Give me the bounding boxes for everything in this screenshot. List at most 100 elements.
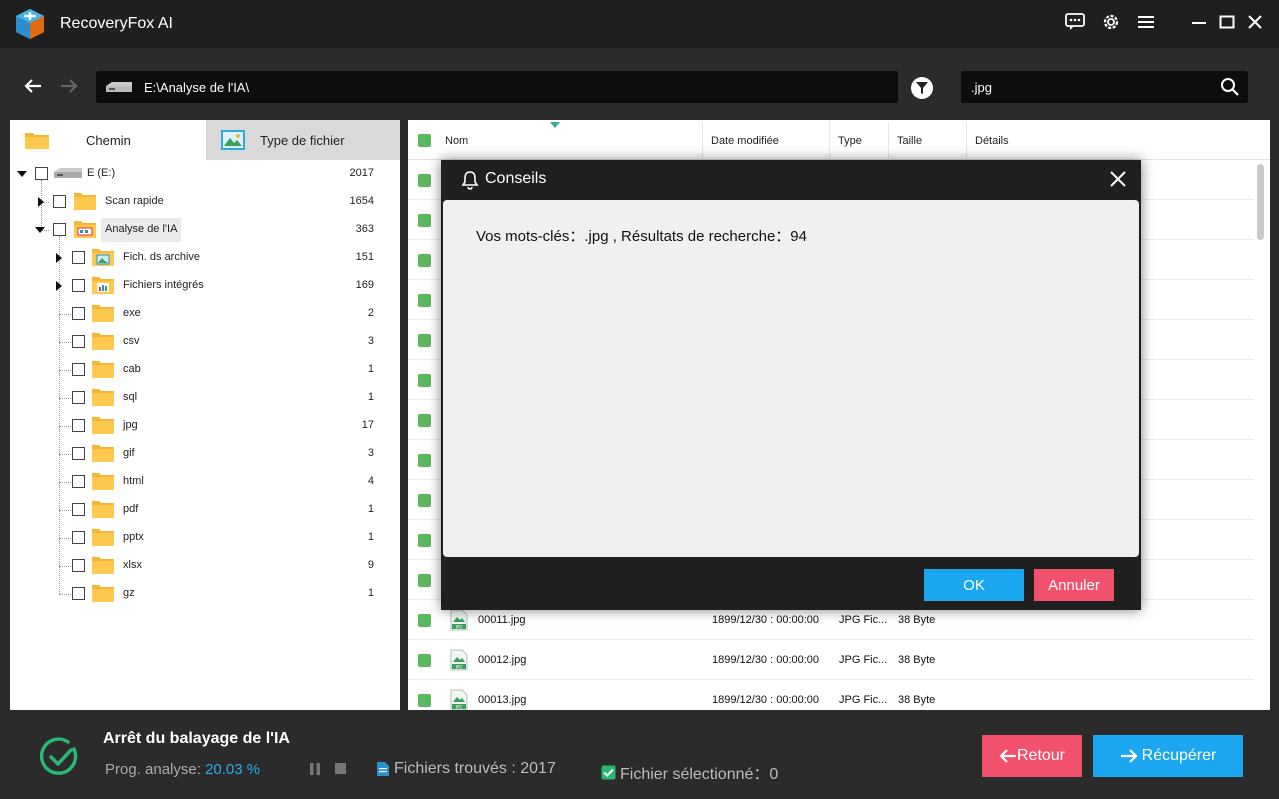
- tree-item-analyse-ia[interactable]: Analyse de l'IA 363: [10, 216, 400, 244]
- checkbox[interactable]: [35, 167, 48, 180]
- checkbox[interactable]: [72, 559, 85, 572]
- tree-connector: [59, 538, 71, 539]
- jpg-file-icon: JPG: [450, 649, 468, 671]
- files-found-label: Fichiers trouvés : 2017: [394, 760, 556, 777]
- tree-item-html[interactable]: html 4: [10, 468, 400, 496]
- cancel-button[interactable]: Annuler: [1034, 569, 1114, 601]
- checkbox[interactable]: [72, 475, 85, 488]
- stop-icon[interactable]: [335, 763, 346, 774]
- tree-item-jpg[interactable]: jpg 17: [10, 412, 400, 440]
- forward-arrow-icon[interactable]: [55, 74, 83, 98]
- checkbox[interactable]: [72, 279, 85, 292]
- row-checkbox[interactable]: [418, 334, 431, 347]
- row-checkbox[interactable]: [418, 654, 431, 667]
- checkbox[interactable]: [72, 307, 85, 320]
- folder-icon: [92, 305, 114, 322]
- checkbox[interactable]: [72, 335, 85, 348]
- row-checkbox[interactable]: [418, 494, 431, 507]
- tree-item-gz[interactable]: gz 1: [10, 580, 400, 608]
- chat-icon[interactable]: [1063, 10, 1087, 34]
- tree-item-label: jpg: [123, 419, 138, 431]
- path-bar[interactable]: E:\Analyse de l'IA\: [96, 71, 898, 103]
- checkbox[interactable]: [72, 531, 85, 544]
- expand-arrow-icon[interactable]: [17, 171, 27, 177]
- checkbox[interactable]: [72, 587, 85, 600]
- row-checkbox[interactable]: [418, 374, 431, 387]
- row-checkbox[interactable]: [418, 254, 431, 267]
- scrollbar-thumb[interactable]: [1257, 164, 1264, 240]
- checkbox[interactable]: [72, 503, 85, 516]
- back-arrow-icon[interactable]: [19, 74, 47, 98]
- tree-connector: [59, 342, 71, 343]
- table-row[interactable]: JPG 00012.jpg 1899/12/30 : 00:00:00 JPG …: [408, 640, 1254, 680]
- search-box: [961, 71, 1248, 103]
- tree-item-pptx[interactable]: pptx 1: [10, 524, 400, 552]
- image-file-icon: [221, 130, 245, 150]
- search-input[interactable]: [971, 78, 1211, 96]
- maximize-icon[interactable]: [1215, 10, 1239, 34]
- tab-path[interactable]: Chemin: [10, 120, 206, 160]
- tree-item-sql[interactable]: sql 1: [10, 384, 400, 412]
- tab-file-type[interactable]: Type de fichier: [206, 120, 400, 160]
- checkbox[interactable]: [53, 223, 66, 236]
- tree-item-pdf[interactable]: pdf 1: [10, 496, 400, 524]
- pause-icon[interactable]: [309, 763, 321, 775]
- checkbox[interactable]: [72, 419, 85, 432]
- checkbox[interactable]: [53, 195, 66, 208]
- folder-icon: [92, 417, 114, 434]
- row-checkbox[interactable]: [418, 174, 431, 187]
- menu-icon[interactable]: [1134, 10, 1158, 34]
- recover-button[interactable]: Récupérer: [1093, 735, 1243, 777]
- column-size[interactable]: Taille: [897, 135, 922, 147]
- select-all-checkbox[interactable]: [418, 134, 431, 147]
- tree-item-count: 3: [367, 335, 374, 347]
- tree-item-archive[interactable]: Fich. ds archive 151: [10, 244, 400, 272]
- tree-item-label: Analyse de l'IA: [105, 223, 178, 235]
- tree-item-scan-rapide[interactable]: Scan rapide 1654: [10, 188, 400, 216]
- row-checkbox[interactable]: [418, 534, 431, 547]
- tree-item-drive-e[interactable]: E (E:) 2017: [10, 160, 400, 188]
- checkbox[interactable]: [72, 251, 85, 264]
- checkbox[interactable]: [72, 391, 85, 404]
- tree-item-exe[interactable]: exe 2: [10, 300, 400, 328]
- column-divider: [702, 122, 703, 158]
- row-checkbox[interactable]: [418, 214, 431, 227]
- ok-button[interactable]: OK: [924, 569, 1024, 601]
- folder-icon: [74, 193, 96, 210]
- tree-item-count: 1: [367, 391, 374, 403]
- row-checkbox[interactable]: [418, 294, 431, 307]
- filter-icon[interactable]: [911, 77, 933, 99]
- expand-arrow-icon[interactable]: [35, 227, 45, 233]
- column-date[interactable]: Date modifiée: [711, 135, 779, 147]
- expand-arrow-icon[interactable]: [56, 253, 62, 263]
- expand-arrow-icon[interactable]: [38, 197, 44, 207]
- tree-item-cab[interactable]: cab 1: [10, 356, 400, 384]
- checkbox[interactable]: [72, 363, 85, 376]
- minimize-icon[interactable]: [1187, 10, 1211, 34]
- row-checkbox[interactable]: [418, 454, 431, 467]
- scrollbar-track[interactable]: [1256, 160, 1266, 710]
- recover-button-label: Récupérer: [1141, 747, 1217, 764]
- row-checkbox[interactable]: [418, 694, 431, 707]
- tree-item-count: 2: [367, 307, 374, 319]
- checkbox[interactable]: [72, 447, 85, 460]
- tree-item-integrated[interactable]: Fichiers intégrés 169: [10, 272, 400, 300]
- tab-bar: Chemin Type de fichier: [10, 120, 400, 160]
- row-checkbox[interactable]: [418, 414, 431, 427]
- table-row[interactable]: JPG 00013.jpg 1899/12/30 : 00:00:00 JPG …: [408, 680, 1254, 710]
- tree-item-xlsx[interactable]: xlsx 9: [10, 552, 400, 580]
- tree-item-csv[interactable]: csv 3: [10, 328, 400, 356]
- back-button[interactable]: Retour: [982, 735, 1082, 777]
- column-type[interactable]: Type: [838, 135, 862, 147]
- column-details[interactable]: Détails: [975, 135, 1009, 147]
- column-name[interactable]: Nom: [445, 135, 468, 147]
- expand-arrow-icon[interactable]: [56, 281, 62, 291]
- folder-icon: [92, 529, 114, 546]
- close-icon[interactable]: [1243, 10, 1267, 34]
- dialog-close-icon[interactable]: [1107, 168, 1129, 190]
- row-checkbox[interactable]: [418, 614, 431, 627]
- tree-item-gif[interactable]: gif 3: [10, 440, 400, 468]
- search-icon[interactable]: [1220, 77, 1240, 97]
- row-checkbox[interactable]: [418, 574, 431, 587]
- gear-icon[interactable]: [1099, 10, 1123, 34]
